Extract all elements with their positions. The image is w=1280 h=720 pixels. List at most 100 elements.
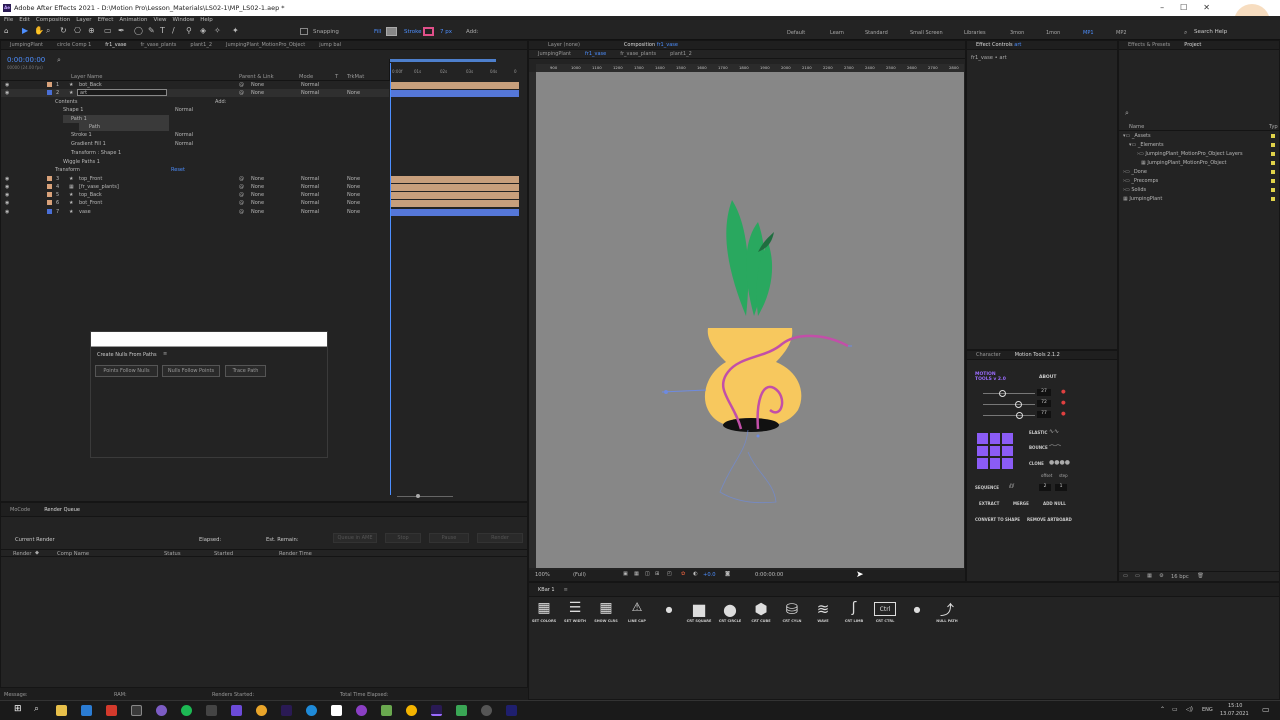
tab-motion-tools[interactable]: Motion Tools 2.1.2 [1010,352,1065,358]
layer-name[interactable]: top_Front [79,175,102,183]
layer-bar-5[interactable] [391,192,519,199]
anchor-cell[interactable] [989,458,1001,469]
path-vertex[interactable] [756,434,760,438]
menu-composition[interactable]: Composition [36,16,70,24]
wave-button[interactable]: WAVE [810,619,836,623]
search-help-label[interactable]: Search Help [1194,29,1227,35]
exposure-value[interactable]: +0.0 [703,572,716,578]
layer-row-7[interactable]: ◉ 7 ★ vase @ None Normal None [1,208,389,216]
exposure-icon[interactable]: ◐ [693,571,698,577]
tab-fr1-vase[interactable]: fr1_vase [100,42,131,48]
nulls-follow-points-button[interactable]: Nulls Follow Points [162,365,220,377]
edge-icon[interactable] [306,705,317,716]
reset-x-icon[interactable]: ● [1061,400,1066,406]
reset-x-icon[interactable]: ● [1061,389,1066,395]
bounce-button[interactable]: BOUNCE [1029,445,1048,450]
clock-date[interactable]: 13.07.2021 [1220,711,1249,717]
pickwhip-icon[interactable]: @ [239,208,244,216]
crt-cube-button[interactable]: CRT CUBE [748,619,774,623]
app-feather-icon[interactable] [231,705,242,716]
new-comp-icon[interactable]: ▦ [1147,573,1152,579]
parent-dropdown[interactable]: None [251,89,264,97]
mode-dropdown[interactable]: Normal [301,175,319,183]
about-button[interactable]: ABOUT [1039,375,1056,380]
clone-button[interactable]: CLONE [1029,461,1044,466]
square-icon[interactable]: ■ [688,600,710,619]
project-item[interactable]: ▦ JumpingPlant [1123,195,1277,203]
type-tool-icon[interactable]: T [160,26,165,35]
menu-edit[interactable]: Edit [19,16,30,24]
trkmat-dropdown[interactable]: None [347,175,360,183]
pickwhip-icon[interactable]: @ [239,81,244,89]
elastic-button[interactable]: ELASTIC [1029,430,1047,435]
parent-dropdown[interactable]: None [251,183,264,191]
timeline-timecode[interactable]: 0:00:00:00 [7,56,45,64]
ctrl-key-icon[interactable]: Ctrl [874,602,896,616]
workspace-small-screen[interactable]: Small Screen [910,30,943,36]
layer-bar-3[interactable] [391,176,519,183]
rectangle-tool-icon[interactable]: ▭ [104,26,112,35]
tab-composition[interactable]: Composition fr1_vase [619,42,683,48]
home-icon[interactable]: ⌂ [4,27,8,35]
visibility-eye-icon[interactable]: ◉ [5,175,9,183]
layer-bar-7[interactable] [391,209,519,216]
premiere-icon[interactable] [506,705,517,716]
transparency-grid-icon[interactable]: ▦ [634,571,639,577]
layer-name[interactable]: bot_Front [79,199,102,207]
pickwhip-icon[interactable]: @ [239,89,244,97]
anchor-cell[interactable] [977,458,988,469]
pickwhip-icon[interactable]: @ [239,175,244,183]
menu-help[interactable]: Help [200,16,213,24]
clock-time[interactable]: 15:10 [1228,703,1242,709]
panel-menu-icon[interactable]: ≡ [564,587,568,593]
tab-jumpingplant[interactable]: JumpingPlant [5,42,48,48]
layer-name[interactable]: vase [79,208,91,216]
remove-artboard-button[interactable]: REMOVE ARTBOARD [1027,517,1072,522]
layer-color-label[interactable] [47,175,52,183]
app-gray-icon[interactable] [481,705,492,716]
anchor-cell[interactable] [989,433,1001,444]
line-cap-icon[interactable]: ⚠ [626,600,648,618]
eraser-tool-icon[interactable]: ◈ [200,26,206,35]
mode-dropdown[interactable]: Normal [301,183,319,191]
windows-start-icon[interactable]: ⊞ [14,704,22,714]
limb-icon[interactable]: ʃ [843,600,865,618]
pickwhip-icon[interactable]: @ [239,191,244,199]
interpret-footage-icon[interactable]: ▭ [1123,573,1128,579]
anchor-cell[interactable] [977,433,988,444]
crt-cylinder-button[interactable]: CRT CYLN [779,619,805,623]
terminal-icon[interactable] [206,705,217,716]
mode-dropdown[interactable]: Normal [301,81,319,89]
menu-effect[interactable]: Effect [98,16,114,24]
set-colors-icon[interactable]: ▦ [533,600,555,618]
playhead[interactable] [390,63,391,495]
offset-input[interactable]: 2 [1039,484,1051,491]
trash-icon[interactable]: 🗑 [1197,573,1204,579]
show-colors-button[interactable]: SHOW CLRS [593,619,619,623]
tab-jumpingplant-object[interactable]: JumpingPlant_MotionPro_Object [221,42,310,48]
tab-character[interactable]: Character [971,352,1006,358]
slider-handle-2[interactable] [1015,401,1022,408]
time-ruler[interactable]: 0:00f 01s 02s 03s 04s 0 [389,59,521,81]
workspace-standard[interactable]: Standard [865,30,888,36]
layer-name[interactable]: bot_Back [79,81,102,89]
anchor-cell[interactable] [1002,433,1013,444]
visibility-eye-icon[interactable]: ◉ [5,199,9,207]
bounce-icon[interactable]: ⌒⌒ [1049,443,1061,452]
trkmat-dropdown[interactable]: None [347,199,360,207]
roto-brush-tool-icon[interactable]: ✧ [214,26,221,35]
anchor-cell[interactable] [977,445,988,457]
layer-name[interactable]: [fr_vase_plants] [79,183,119,191]
circle-icon[interactable]: ● [719,600,741,619]
guides-icon[interactable]: ⊞ [655,571,659,577]
search-help-icon[interactable]: ⌕ [1184,29,1187,37]
layer-row-6[interactable]: ◉ 6 ★ bot_Front @ None Normal None [1,199,389,207]
viewer-timecode[interactable]: 0:00:00:00 [755,572,783,578]
layer-row-4[interactable]: ◉ 4 ▦ [fr_vase_plants] @ None Normal Non… [1,183,389,191]
workspace-mp2[interactable]: MP2 [1116,30,1127,36]
tab-project[interactable]: Project [1179,42,1206,48]
layer-bar-2[interactable] [391,90,519,97]
layer-name[interactable]: top_Back [79,191,102,199]
slider-track-3[interactable] [983,415,1035,416]
after-effects-active-icon[interactable] [431,705,442,716]
